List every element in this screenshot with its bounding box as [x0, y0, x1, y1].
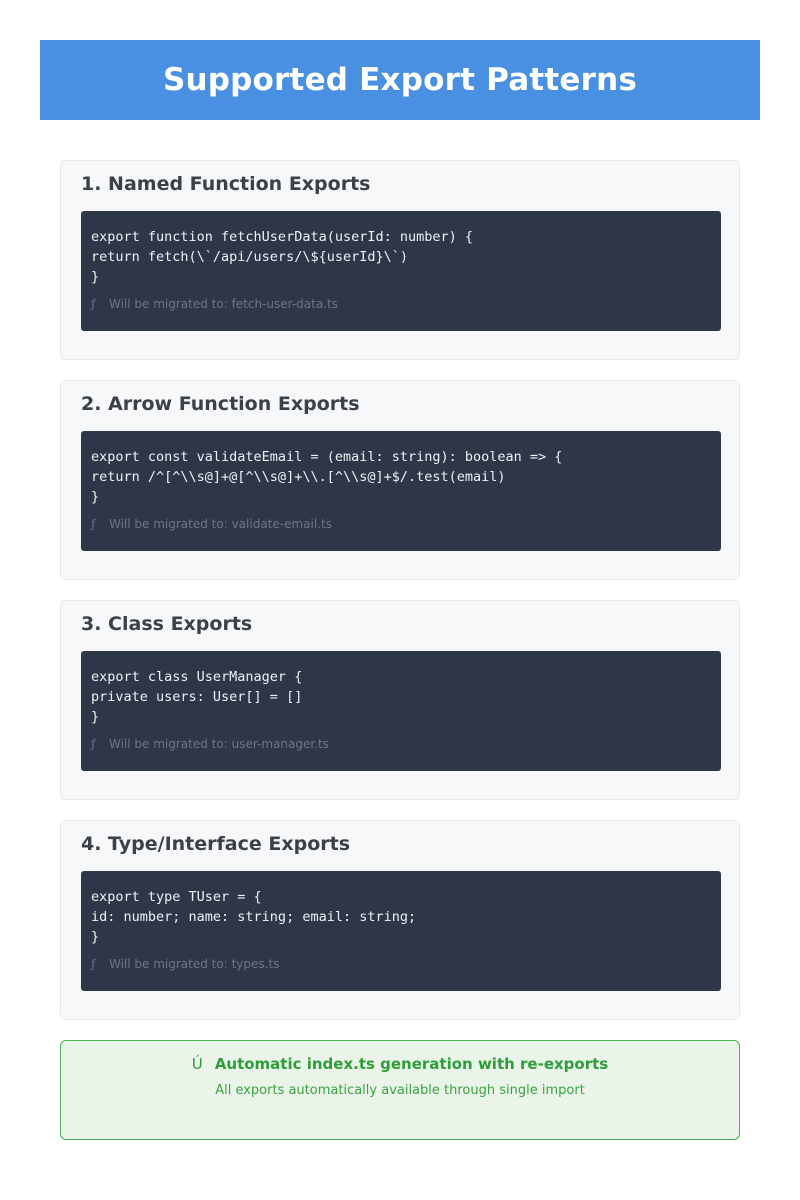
section-card-arrow-function: 2. Arrow Function Exports export const v… [60, 380, 740, 580]
migration-note-text: Will be migrated to: user-manager.ts [109, 737, 329, 751]
section-card-class: 3. Class Exports export class UserManage… [60, 600, 740, 800]
code-line: id: number; name: string; email: string; [91, 909, 417, 925]
code-line: } [91, 709, 100, 725]
code-line: export const validateEmail = (email: str… [91, 449, 563, 465]
banner-title: Automatic index.ts generation with re-ex… [214, 1055, 609, 1073]
section-card-type-interface: 4. Type/Interface Exports export type TU… [60, 820, 740, 1020]
function-icon: ƒ [91, 737, 96, 751]
section-title: 3. Class Exports [81, 613, 253, 635]
auto-index-banner: Ú Automatic index.ts generation with re-e… [60, 1040, 740, 1140]
code-line: return fetch(\`/api/users/\${userId}\`) [91, 249, 408, 265]
migration-note-text: Will be migrated to: fetch-user-data.ts [109, 297, 338, 311]
section-title: 2. Arrow Function Exports [81, 393, 360, 415]
code-line: export function fetchUserData(userId: nu… [91, 229, 474, 245]
code-line: private users: User[] = [] [91, 689, 303, 705]
function-icon: ƒ [91, 517, 96, 531]
code-line: export class UserManager { [91, 669, 303, 685]
page-title: Supported Export Patterns [162, 62, 638, 98]
code-line: return /^[^\\s@]+@[^\\s@]+\\.[^\\s@]+$/.… [91, 469, 506, 485]
migration-note: ƒ Will be migrated to: fetch-user-data.t… [91, 297, 338, 311]
banner-subtitle: All exports automatically available thro… [215, 1083, 585, 1098]
code-line: } [91, 929, 100, 945]
page-header: Supported Export Patterns [40, 40, 760, 120]
banner-title-row: Ú Automatic index.ts generation with re-e… [61, 1055, 739, 1073]
function-icon: ƒ [91, 957, 96, 971]
migration-note-text: Will be migrated to: validate-email.ts [109, 517, 332, 531]
code-block: export const validateEmail = (email: str… [81, 431, 721, 551]
section-card-named-function: 1. Named Function Exports export functio… [60, 160, 740, 360]
migration-note-text: Will be migrated to: types.ts [109, 957, 280, 971]
section-title: 4. Type/Interface Exports [81, 833, 351, 855]
function-icon: ƒ [91, 297, 96, 311]
code-block: export type TUser = { id: number; name: … [81, 871, 721, 991]
migration-note: ƒ Will be migrated to: types.ts [91, 957, 279, 971]
code-line: } [91, 269, 100, 285]
check-icon: Ú [191, 1055, 203, 1073]
migration-note: ƒ Will be migrated to: user-manager.ts [91, 737, 329, 751]
migration-note: ƒ Will be migrated to: validate-email.ts [91, 517, 332, 531]
section-title: 1. Named Function Exports [81, 173, 371, 195]
code-line: } [91, 489, 100, 505]
code-block: export function fetchUserData(userId: nu… [81, 211, 721, 331]
code-line: export type TUser = { [91, 889, 262, 905]
code-block: export class UserManager { private users… [81, 651, 721, 771]
